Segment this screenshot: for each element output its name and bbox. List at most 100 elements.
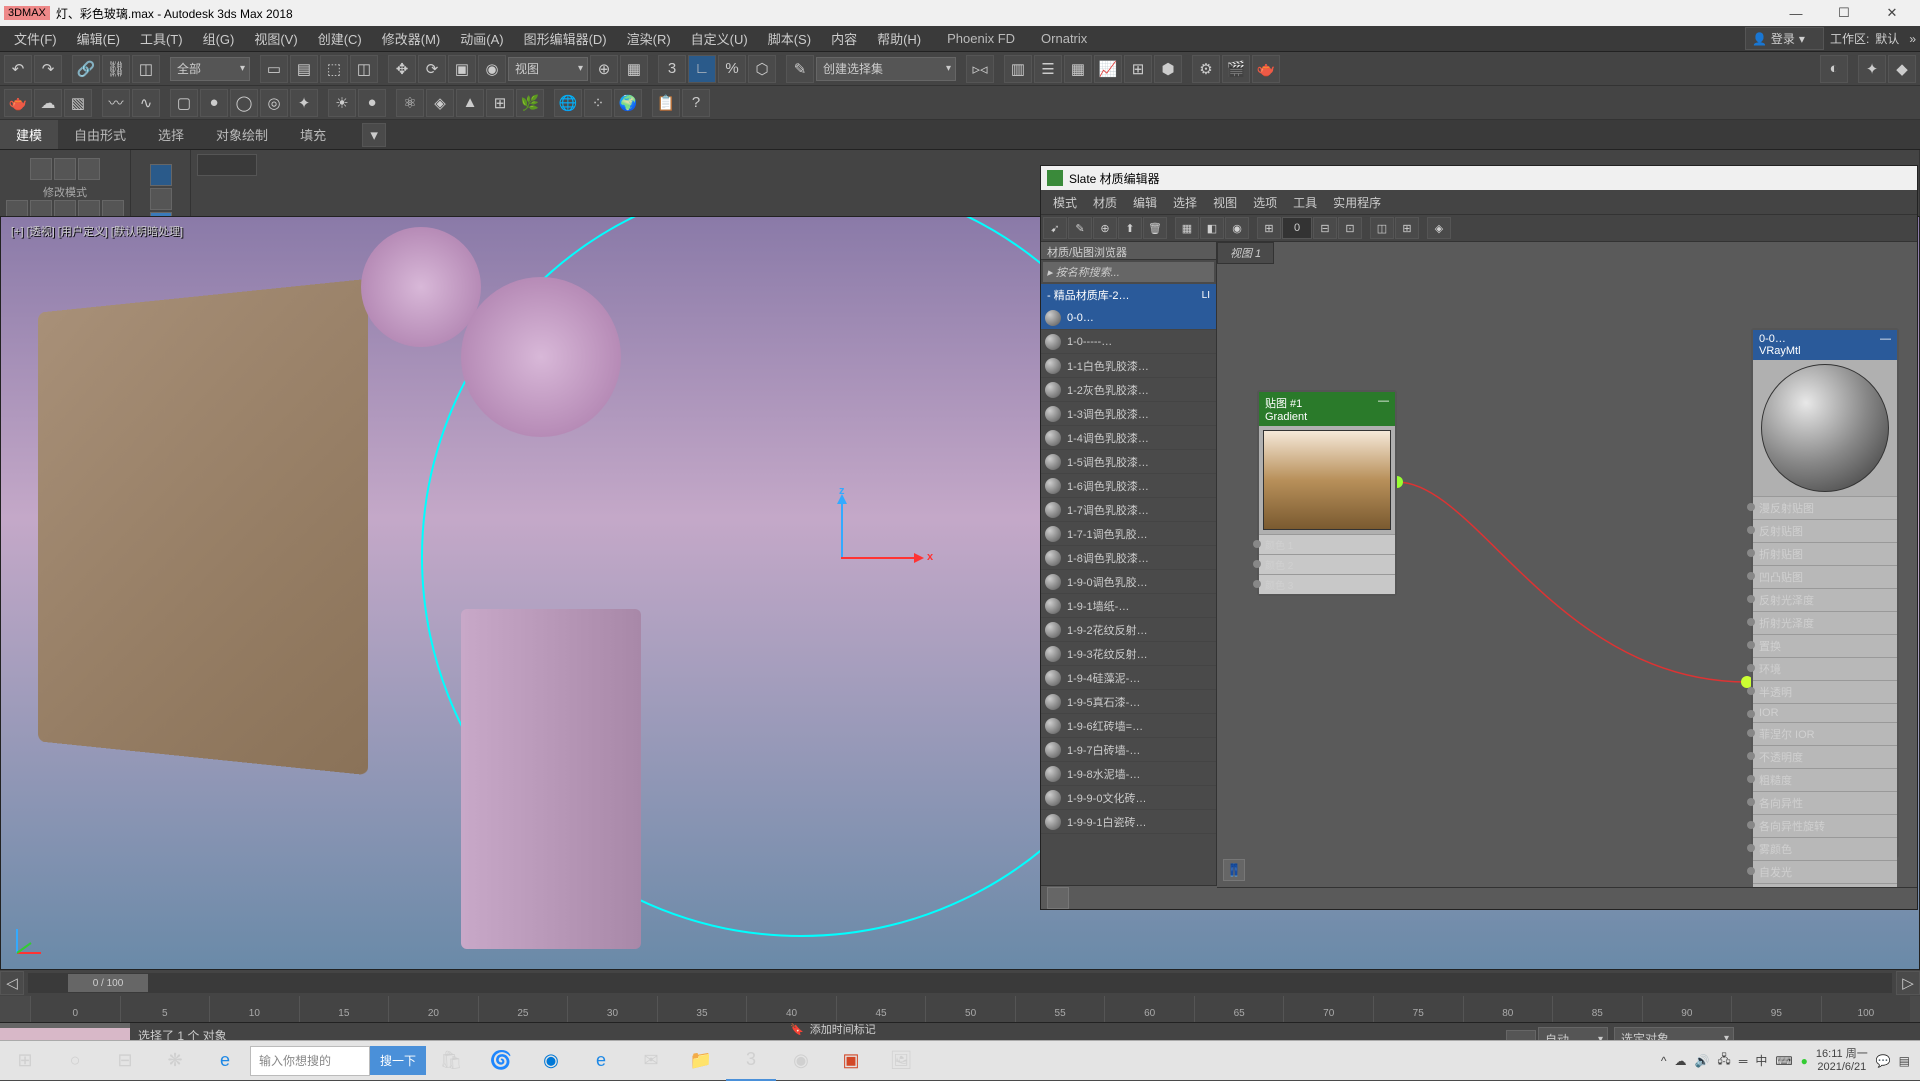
node-input-slot[interactable]: 凹凸贴图 [1753, 565, 1897, 588]
particles-icon[interactable]: ⁘ [584, 89, 612, 117]
mat-param-button[interactable]: ◫ [1370, 217, 1394, 239]
time-tag-icon[interactable]: 🔖 [790, 1023, 804, 1036]
menu-item[interactable]: 渲染(R) [617, 26, 681, 51]
node-input-slot[interactable]: 半透明 [1753, 680, 1897, 703]
ribbon-tab[interactable]: 对象绘制 [200, 120, 284, 149]
selection-lock-button[interactable]: ▦ [620, 55, 648, 83]
named-sel-edit-button[interactable]: ✎ [786, 55, 814, 83]
node-input-slot[interactable]: 漫反射贴图 [1753, 496, 1897, 519]
ie-icon[interactable]: e [200, 1041, 250, 1081]
workspace-value[interactable]: 默认 [1875, 30, 1899, 47]
undo-button[interactable]: ↶ [4, 55, 32, 83]
ribbon-tab[interactable]: 填充 [284, 120, 342, 149]
photos-icon[interactable]: 🖼 [876, 1041, 926, 1081]
plugin-menu[interactable]: Ornatrix [1031, 31, 1097, 46]
navigator-icon[interactable] [1047, 887, 1069, 888]
material-list-item[interactable]: 1-4调色乳胶漆… [1041, 426, 1216, 450]
timeline-prev-button[interactable]: ◁ [0, 971, 24, 995]
ribbon-tab[interactable]: 自由形式 [58, 120, 142, 149]
render-setup-button[interactable]: ⚙ [1192, 55, 1220, 83]
material-list-item[interactable]: 1-9-0调色乳胶… [1041, 570, 1216, 594]
curve-icon[interactable]: ∿ [132, 89, 160, 117]
render-button[interactable]: 🫖 [1252, 55, 1280, 83]
slate-menu-item[interactable]: 视图 [1205, 194, 1245, 211]
copy-icon[interactable]: 📋 [652, 89, 680, 117]
menu-item[interactable]: 自定义(U) [681, 26, 758, 51]
slate-menu-item[interactable]: 实用程序 [1325, 194, 1389, 211]
globe-icon[interactable]: 🌐 [554, 89, 582, 117]
node-input-slot[interactable]: 菲涅尔 IOR [1753, 722, 1897, 745]
mode-btn-3[interactable] [78, 158, 100, 180]
menu-item[interactable]: 视图(V) [244, 26, 307, 51]
cloud-icon[interactable]: ☁ [34, 89, 62, 117]
menu-item[interactable]: 组(G) [193, 26, 245, 51]
minimize-button[interactable]: — [1772, 0, 1820, 26]
node-input-slot[interactable]: 自发光 [1753, 860, 1897, 883]
node-input-slot[interactable]: 颜色 1 [1259, 534, 1395, 554]
add-time-tag[interactable]: 添加时间标记 [810, 1021, 876, 1037]
slate-nav-icon[interactable]: 👖 [1223, 859, 1245, 881]
menu-item[interactable]: 图形编辑器(D) [514, 26, 617, 51]
menu-item[interactable]: 脚本(S) [758, 26, 821, 51]
menu-item[interactable]: 文件(F) [4, 26, 67, 51]
material-list-item[interactable]: 1-7-1调色乳胶… [1041, 522, 1216, 546]
delete-button[interactable]: 🗑 [1143, 217, 1167, 239]
material-list-item[interactable]: 1-9-3花纹反射… [1041, 642, 1216, 666]
node-input-slot[interactable]: 各向异性旋转 [1753, 814, 1897, 837]
mesh-icon[interactable]: ⊞ [486, 89, 514, 117]
workspace-arrow-icon[interactable]: » [1909, 32, 1916, 46]
material-list-item[interactable]: 1-6调色乳胶漆… [1041, 474, 1216, 498]
mail-icon[interactable]: ✉ [626, 1041, 676, 1081]
node-input-slot[interactable]: 折射光泽度 [1753, 611, 1897, 634]
earth-icon[interactable]: 🌍 [614, 89, 642, 117]
teapot-icon[interactable]: 🫖 [4, 89, 32, 117]
ribbon-tab[interactable]: 建模 [0, 120, 58, 149]
material-list-item[interactable]: 1-2灰色乳胶漆… [1041, 378, 1216, 402]
menu-item[interactable]: 帮助(H) [867, 26, 931, 51]
sphere-light-icon[interactable]: ● [200, 89, 228, 117]
slate-menu-item[interactable]: 编辑 [1125, 194, 1165, 211]
schematic-button[interactable]: ⊞ [1124, 55, 1152, 83]
snap-3d-button[interactable]: 3 [658, 55, 686, 83]
atom-icon[interactable]: ⚛ [396, 89, 424, 117]
material-list-item[interactable]: 0-0… [1041, 306, 1216, 330]
menu-item[interactable]: 工具(T) [130, 26, 193, 51]
pick-tool-button[interactable]: ➹ [1043, 217, 1067, 239]
target-icon[interactable]: ◎ [260, 89, 288, 117]
battery-icon[interactable]: ═ [1739, 1054, 1748, 1068]
bulb-icon[interactable]: ● [358, 89, 386, 117]
node-input-slot[interactable]: 粗糙度 [1753, 768, 1897, 791]
vray-tool-1[interactable]: ◐ [1820, 55, 1848, 83]
viewport-label[interactable]: [+] [透视] [用户定义] [默认明暗处理] [11, 223, 183, 239]
slate-menu-item[interactable]: 模式 [1045, 194, 1085, 211]
vraymtl-node[interactable]: 0-0… —VRayMtl 漫反射贴图反射贴图折射贴图凹凸贴图反射光泽度折射光泽… [1751, 328, 1899, 858]
ring-icon[interactable]: ◯ [230, 89, 258, 117]
redo-button[interactable]: ↷ [34, 55, 62, 83]
volume-icon[interactable]: 🔊 [1694, 1054, 1709, 1068]
clock[interactable]: 16:11 周一2021/6/21 [1816, 1048, 1868, 1074]
explorer-icon[interactable]: 📁 [676, 1041, 726, 1081]
material-editor-button[interactable]: ⬢ [1154, 55, 1182, 83]
window-crossing-button[interactable]: ◫ [350, 55, 378, 83]
sun-icon[interactable]: ☀ [328, 89, 356, 117]
wave-icon[interactable]: 〰 [102, 89, 130, 117]
ref-coord-dropdown[interactable]: 视图 [508, 57, 588, 81]
panel-icon[interactable]: ▧ [64, 89, 92, 117]
3dsmax-taskbar-icon[interactable]: 3 [726, 1041, 776, 1081]
node-input-slot[interactable]: GTR 衰减衰减 [1753, 883, 1897, 887]
gradient-map-node[interactable]: 贴图 #1 —Gradient 颜色 1颜色 2颜色 3 [1257, 390, 1397, 596]
navigator-button[interactable]: ◈ [1427, 217, 1451, 239]
rotate-button[interactable]: ⟳ [418, 55, 446, 83]
ime-icon[interactable]: 中 [1755, 1052, 1767, 1069]
snap-percent-button[interactable]: % [718, 55, 746, 83]
align-button[interactable]: ▥ [1004, 55, 1032, 83]
timeline-next-button[interactable]: ▷ [1896, 971, 1920, 995]
material-search-input[interactable]: ▸ 按名称搜索... [1043, 262, 1214, 282]
cloud-tray-icon[interactable]: ☁ [1674, 1054, 1686, 1068]
tray-app-icon[interactable]: ● [1801, 1054, 1808, 1068]
scale-button[interactable]: ▣ [448, 55, 476, 83]
ribbon-pin-icon[interactable]: ▾ [362, 123, 386, 147]
material-list-item[interactable]: 1-8调色乳胶漆… [1041, 546, 1216, 570]
material-list-item[interactable]: 1-9-2花纹反射… [1041, 618, 1216, 642]
move-children-button[interactable]: ▦ [1175, 217, 1199, 239]
